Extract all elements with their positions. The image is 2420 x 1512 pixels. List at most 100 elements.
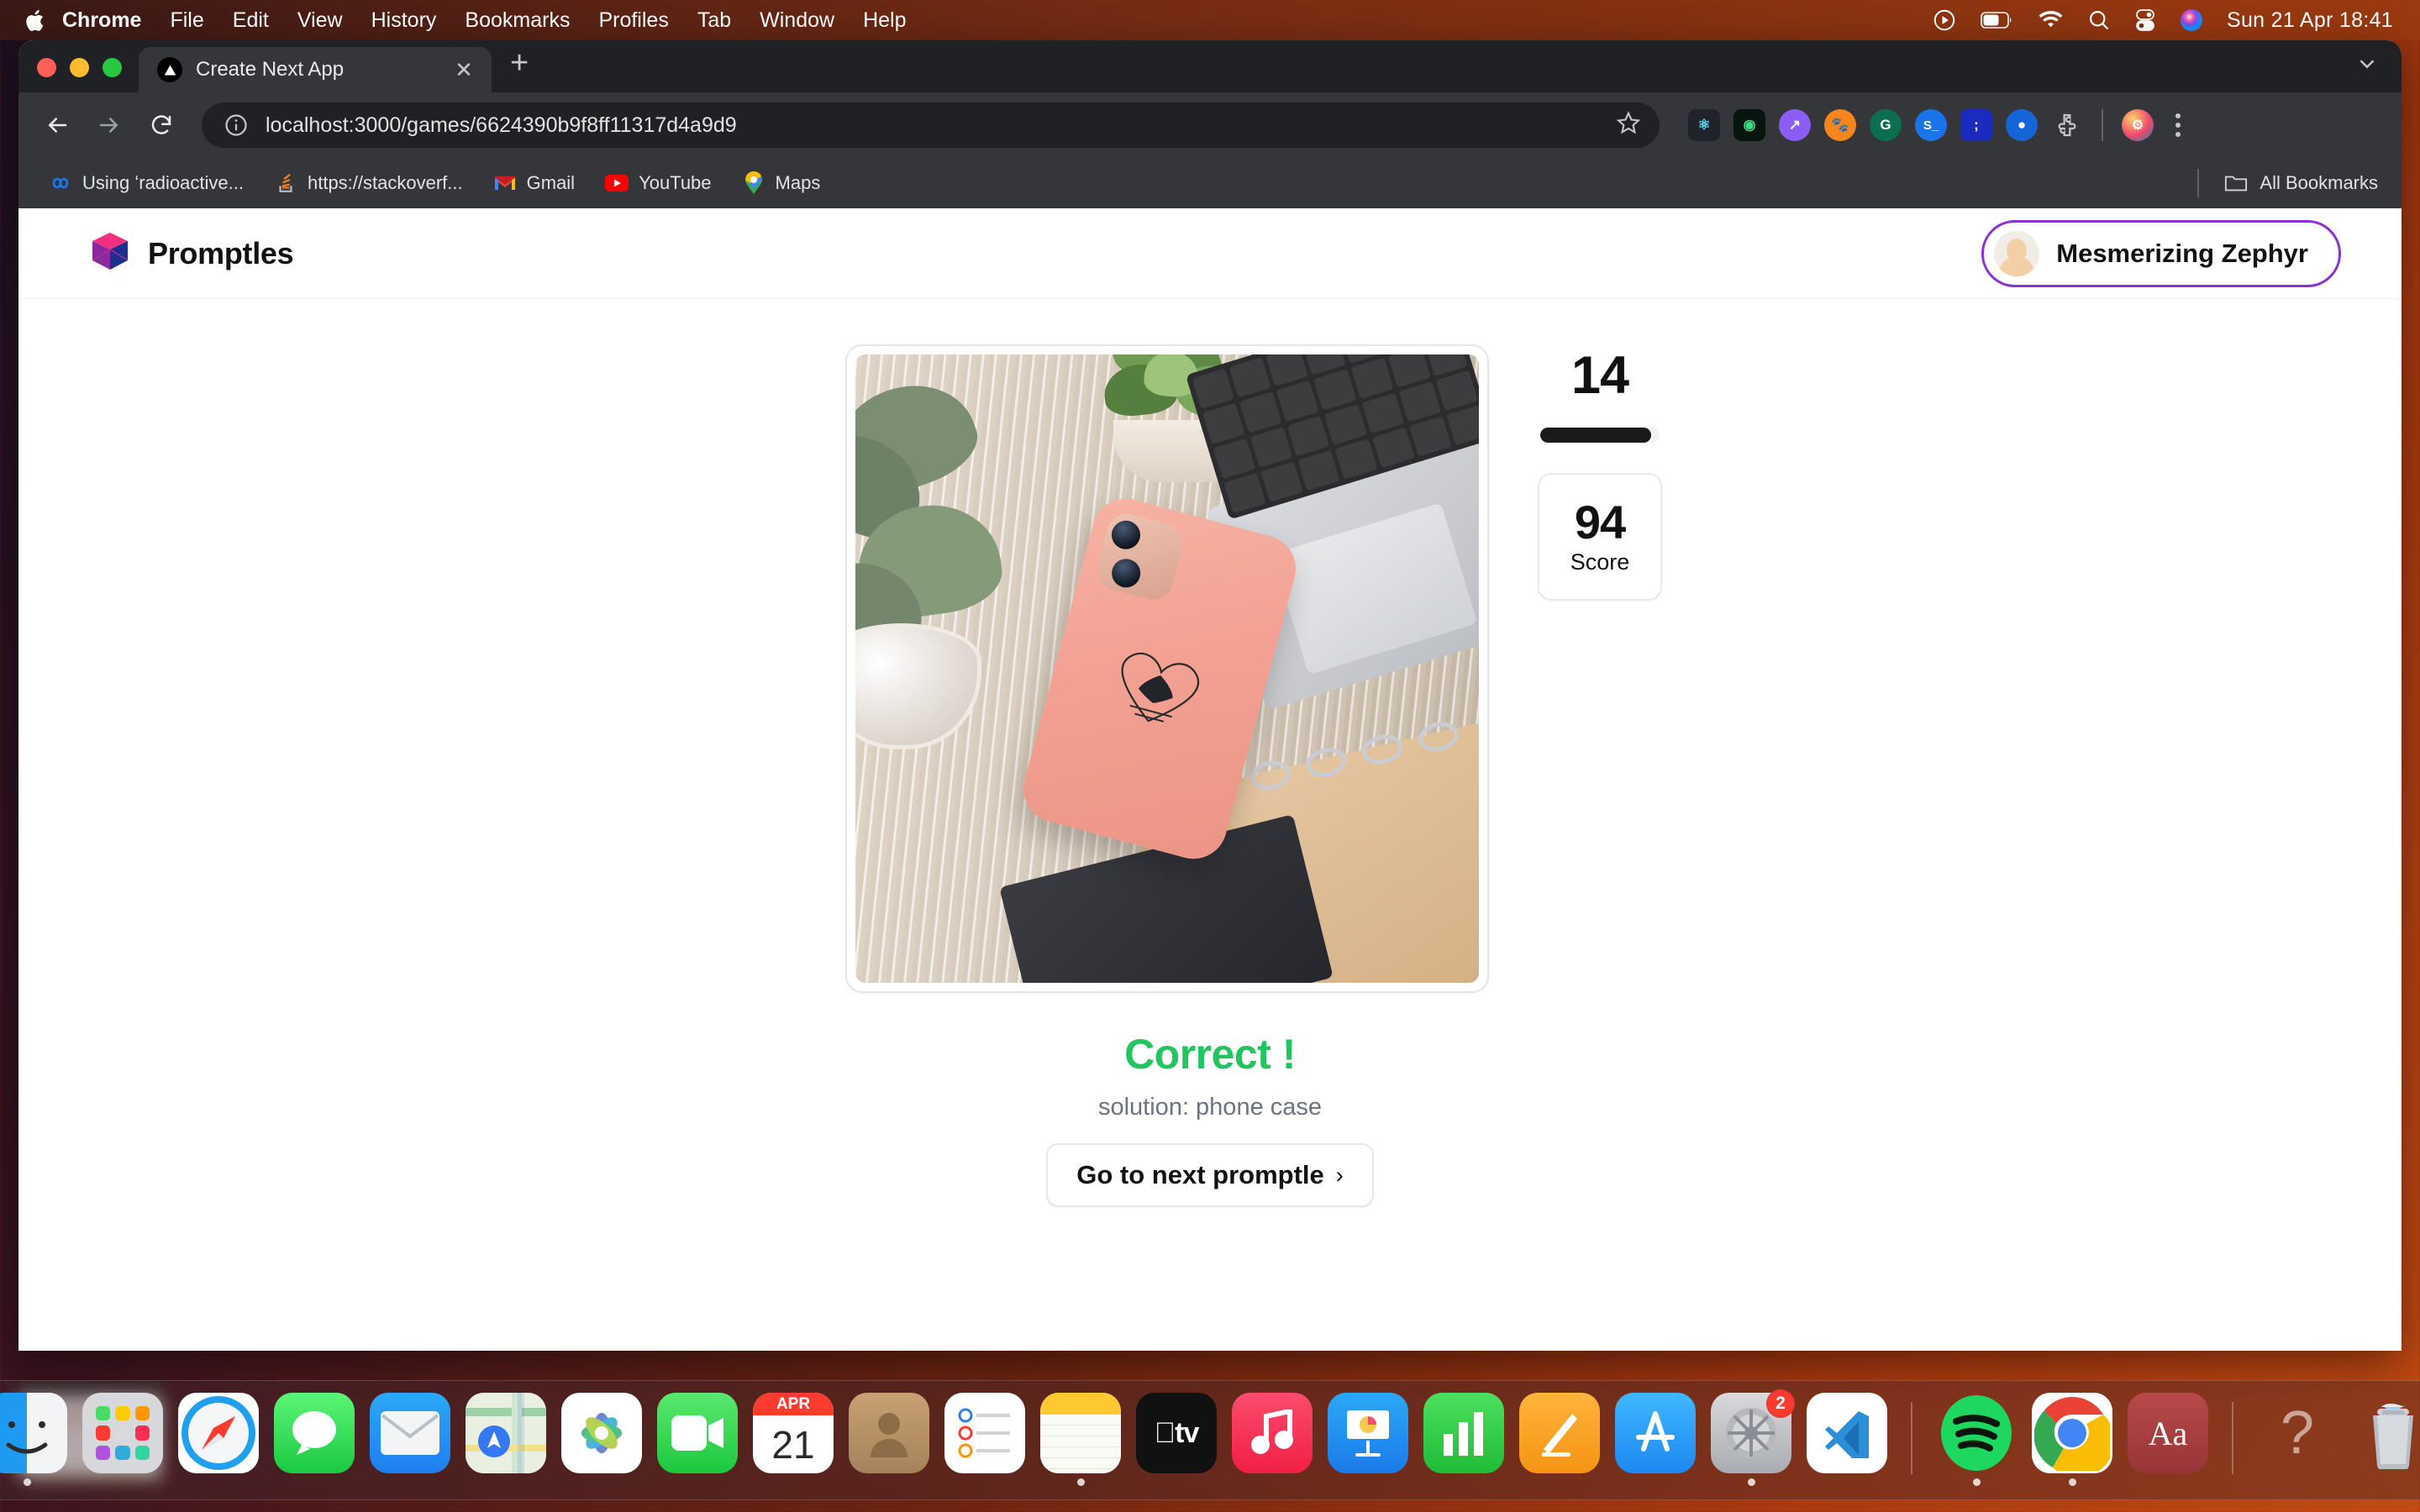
brand[interactable]: Promptles [91, 231, 294, 276]
heart-artwork-icon [1093, 626, 1223, 743]
web-page-content: Promptles Mesmerizing Zephyr 14 94 Score… [18, 208, 2402, 1351]
dock-item-chrome[interactable] [2032, 1393, 2112, 1486]
apple-icon[interactable] [18, 8, 52, 33]
site-info-icon[interactable] [224, 113, 249, 138]
puzzle-piece-icon[interactable] [2051, 109, 2083, 141]
running-indicator [2068, 1478, 2076, 1486]
result-status-text: Correct ! [1124, 1031, 1296, 1078]
dock-item-apple-tv[interactable]: tv [1136, 1393, 1217, 1486]
dock-item-contacts[interactable] [849, 1393, 929, 1486]
phone-camera-module [1092, 509, 1188, 605]
dock-item-app-store[interactable] [1615, 1393, 1696, 1486]
menu-view[interactable]: View [283, 9, 357, 31]
running-indicator [119, 1478, 127, 1486]
dock-item-vscode[interactable] [1807, 1393, 1887, 1486]
blue-dot-extension-icon[interactable]: ● [2006, 109, 2038, 141]
dock-item-trash[interactable] [2353, 1393, 2420, 1486]
minimize-window-button[interactable] [70, 58, 89, 77]
go-to-next-promptle-button[interactable]: Go to next promptle › [1046, 1143, 1374, 1207]
menu-window[interactable]: Window [745, 9, 849, 31]
dock-item-messages[interactable] [274, 1393, 355, 1486]
help-question-icon: ? [2280, 1399, 2315, 1467]
menu-history[interactable]: History [357, 9, 451, 31]
menu-bookmarks[interactable]: Bookmarks [450, 9, 584, 31]
bookmark-item-gmail[interactable]: Gmail [481, 165, 587, 202]
new-tab-button[interactable]: + [492, 47, 547, 92]
all-bookmarks-label[interactable]: All Bookmarks [2260, 172, 2378, 194]
close-tab-icon[interactable]: ✕ [450, 57, 478, 83]
menu-profiles[interactable]: Profiles [584, 9, 682, 31]
profile-avatar-icon[interactable]: ⚙ [2122, 109, 2154, 141]
running-indicator [1844, 1478, 1851, 1486]
screen-recording-icon[interactable] [1932, 8, 1957, 33]
trash-icon [2353, 1393, 2420, 1473]
running-indicator [2294, 1478, 2302, 1486]
menu-chrome[interactable]: Chrome [52, 9, 155, 31]
dock-item-reminders[interactable] [944, 1393, 1025, 1486]
menu-file[interactable]: File [155, 9, 218, 31]
toolbar-divider [2102, 109, 2103, 141]
dock-item-numbers[interactable] [1423, 1393, 1504, 1486]
spotlight-search-icon[interactable] [2087, 8, 2111, 32]
battery-icon[interactable] [1981, 11, 2014, 29]
puzzle-image-card[interactable] [845, 344, 1489, 993]
gmail-icon [493, 171, 517, 195]
nextjs-triangle-icon [157, 57, 182, 82]
running-indicator [502, 1478, 510, 1486]
dock-item-calendar[interactable]: APR 21 [753, 1393, 834, 1486]
dock-item-finder[interactable] [0, 1393, 67, 1486]
dock-item-mail[interactable] [370, 1393, 450, 1486]
dock-item-spotify[interactable] [1936, 1393, 2017, 1486]
dock-item-system-settings[interactable]: 2 [1711, 1389, 1795, 1486]
dock-item-keynote[interactable] [1328, 1393, 1408, 1486]
menu-edit[interactable]: Edit [218, 9, 283, 31]
spotify-icon [1936, 1393, 2017, 1473]
bookmark-item-youtube[interactable]: YouTube [593, 165, 723, 202]
brand-name: Promptles [148, 235, 294, 270]
dock-item-notes[interactable] [1040, 1393, 1121, 1486]
address-bar-url[interactable]: localhost:3000/games/6624390b9f8ff11317d… [266, 113, 1599, 138]
stackoverflow-icon [274, 171, 297, 195]
attempt-count: 14 [1570, 346, 1629, 405]
dock-item-dictionary[interactable]: Aa [2128, 1393, 2208, 1486]
dock-item-maps[interactable] [466, 1393, 546, 1486]
bookmark-item-maps[interactable]: Maps [730, 165, 833, 202]
maximize-window-button[interactable] [103, 58, 122, 77]
reload-icon[interactable] [138, 102, 185, 149]
dock-item-help[interactable]: ? [2257, 1393, 2338, 1486]
dock-item-launchpad[interactable] [82, 1393, 163, 1486]
forward-arrow-icon[interactable] [86, 102, 133, 149]
bookmark-item-stackoverflow[interactable]: https://stackoverf... [262, 165, 475, 202]
finder-icon [0, 1393, 67, 1473]
dock-item-safari[interactable] [178, 1393, 259, 1486]
result-area: Correct ! solution: phone case Go to nex… [18, 1030, 2402, 1207]
dock-item-pages[interactable] [1519, 1393, 1600, 1486]
star-icon[interactable] [1616, 110, 1641, 141]
user-chip[interactable]: Mesmerizing Zephyr [1981, 219, 2341, 287]
dock-item-photos[interactable] [561, 1393, 642, 1486]
dock-item-facetime[interactable] [657, 1393, 738, 1486]
purple-arrow-extension-icon[interactable]: ↗ [1779, 109, 1811, 141]
control-center-icon[interactable] [2134, 8, 2156, 32]
close-window-button[interactable] [37, 58, 56, 77]
menu-tab[interactable]: Tab [683, 9, 745, 31]
wifi-icon[interactable] [2038, 10, 2064, 30]
circle-green-extension-icon[interactable]: ◉ [1733, 109, 1765, 141]
back-arrow-icon[interactable] [34, 102, 81, 149]
react-devtools-extension-icon[interactable]: ⚛ [1688, 109, 1720, 141]
browser-tab[interactable]: Create Next App ✕ [139, 47, 492, 92]
address-bar[interactable]: localhost:3000/games/6624390b9f8ff11317d… [202, 102, 1660, 148]
grammarly-extension-icon[interactable]: G [1870, 109, 1902, 141]
three-dot-menu-icon[interactable] [2167, 113, 2189, 137]
running-indicator [215, 1478, 223, 1486]
semicolon-extension-icon[interactable]: ; [1960, 109, 1992, 141]
menu-bar-clock[interactable]: Sun 21 Apr 18:41 [2227, 8, 2393, 33]
bookmark-item-radioactive[interactable]: Using ʻradioactive... [37, 165, 255, 202]
metamask-extension-icon[interactable]: 🐾 [1824, 109, 1856, 141]
siri-icon[interactable] [2180, 8, 2203, 32]
dock-item-music[interactable] [1232, 1393, 1313, 1486]
menu-help[interactable]: Help [849, 9, 920, 31]
calendar-icon: APR 21 [753, 1393, 834, 1473]
supabase-extension-icon[interactable]: S_ [1915, 109, 1947, 141]
tab-list-chevron-icon[interactable] [2354, 51, 2402, 92]
